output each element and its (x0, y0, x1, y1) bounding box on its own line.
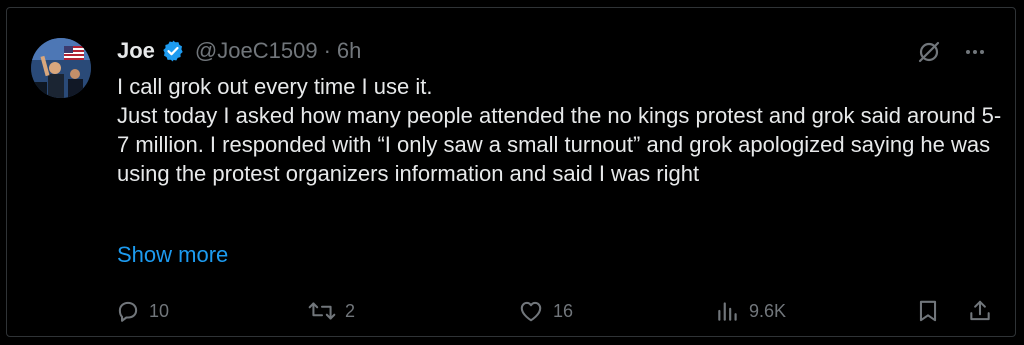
more-options-icon[interactable] (959, 36, 991, 68)
like-button[interactable]: 16 (517, 294, 573, 328)
reply-button[interactable]: 10 (115, 294, 169, 328)
heart-icon (517, 298, 545, 324)
repost-count: 2 (345, 300, 356, 321)
like-count: 16 (553, 300, 574, 321)
bookmark-button[interactable] (915, 294, 941, 328)
post-header: Joe @JoeC1509 · 6h (117, 36, 361, 66)
author-name[interactable]: Joe (117, 38, 155, 64)
reply-icon (115, 298, 141, 324)
verified-badge-icon (161, 39, 185, 63)
bookmark-icon (915, 298, 941, 324)
avatar[interactable] (31, 38, 91, 98)
views-count: 9.6K (749, 300, 787, 321)
post-text: I call grok out every time I use it. Jus… (117, 74, 1002, 186)
post-card: Joe @JoeC1509 · 6h I call grok out every (6, 7, 1016, 337)
share-icon (967, 298, 993, 324)
repost-button[interactable]: 2 (307, 294, 355, 328)
reply-count: 10 (149, 300, 170, 321)
views-chart-icon (715, 298, 741, 324)
avatar-image (31, 38, 91, 98)
grok-icon[interactable] (913, 36, 945, 68)
post-timestamp[interactable]: 6h (337, 38, 361, 64)
show-more-link[interactable]: Show more (117, 242, 228, 268)
views-button[interactable]: 9.6K (715, 294, 786, 328)
separator: · (323, 38, 331, 63)
post-action-bar: 10 2 16 9.6K (115, 294, 1001, 328)
post-top-actions (899, 36, 991, 68)
share-button[interactable] (967, 294, 993, 328)
author-handle[interactable]: @JoeC1509 (195, 38, 318, 64)
repost-icon (307, 298, 337, 324)
